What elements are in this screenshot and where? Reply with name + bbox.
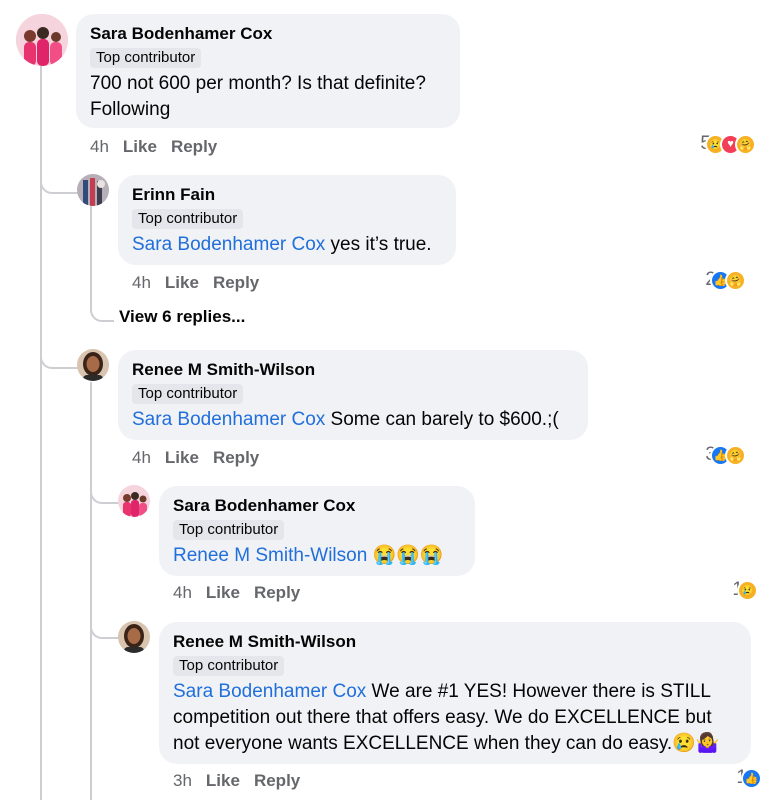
- avatar[interactable]: [16, 14, 68, 66]
- like-react-icon: 👍: [741, 767, 762, 789]
- mention-link[interactable]: Sara Bodenhamer Cox: [132, 409, 325, 430]
- avatar[interactable]: [77, 349, 109, 381]
- comment-time[interactable]: 4h: [173, 583, 192, 602]
- comment-text: Sara Bodenhamer Cox We are #1 YES! Howev…: [173, 681, 720, 754]
- avatar[interactable]: [118, 485, 150, 517]
- reaction-summary[interactable]: 5 😢 ♥ 🤗: [700, 133, 756, 155]
- comment-time[interactable]: 3h: [173, 771, 192, 790]
- reaction-summary[interactable]: 2 👍 🤗: [705, 269, 746, 291]
- comment-time[interactable]: 4h: [132, 448, 151, 467]
- reply-button[interactable]: Reply: [254, 771, 300, 790]
- thread-connector: [40, 160, 80, 194]
- comment-text: Sara Bodenhamer Cox yes it’s true.: [132, 234, 432, 255]
- top-contributor-badge: Top contributor: [132, 209, 244, 229]
- avatar[interactable]: [77, 174, 109, 206]
- reaction-summary[interactable]: 1 👍: [736, 767, 762, 789]
- thread-line-branch: [90, 382, 92, 800]
- emoji-text: 😢🤷‍♀️: [672, 733, 720, 754]
- like-button[interactable]: Like: [165, 448, 199, 467]
- comment-text: 700 not 600 per month? Is that definite?…: [90, 73, 426, 120]
- avatar[interactable]: [118, 621, 150, 653]
- comment-bubble: Sara Bodenhamer Cox Top contributor Rene…: [159, 486, 475, 576]
- top-contributor-badge: Top contributor: [132, 384, 244, 404]
- view-replies-link[interactable]: View 6 replies...: [119, 307, 245, 327]
- care-react-icon: 🤗: [735, 133, 756, 155]
- care-react-icon: 🤗: [725, 269, 746, 291]
- top-contributor-badge: Top contributor: [173, 520, 285, 540]
- comment-actions: 4h Like Reply: [132, 447, 273, 469]
- comment-actions: 4h Like Reply: [132, 272, 273, 294]
- care-react-icon: 🤗: [725, 444, 746, 466]
- mention-link[interactable]: Renee M Smith-Wilson: [173, 545, 367, 566]
- reaction-summary[interactable]: 1 😢: [732, 579, 758, 601]
- top-contributor-badge: Top contributor: [90, 48, 202, 68]
- sad-react-icon: 😢: [737, 579, 758, 601]
- like-button[interactable]: Like: [206, 771, 240, 790]
- comment-author[interactable]: Renee M Smith-Wilson: [173, 631, 737, 653]
- comment-time[interactable]: 4h: [132, 273, 151, 292]
- reply-button[interactable]: Reply: [254, 583, 300, 602]
- top-contributor-badge: Top contributor: [173, 656, 285, 676]
- comment-author[interactable]: Sara Bodenhamer Cox: [173, 495, 461, 517]
- reply-button[interactable]: Reply: [171, 137, 217, 156]
- comment-bubble: Sara Bodenhamer Cox Top contributor 700 …: [76, 14, 460, 128]
- reaction-summary[interactable]: 3 👍 🤗: [705, 444, 746, 466]
- thread-connector: [40, 335, 80, 369]
- comment-bubble: Renee M Smith-Wilson Top contributor Sar…: [118, 350, 588, 440]
- mention-link[interactable]: Sara Bodenhamer Cox: [173, 681, 366, 702]
- like-button[interactable]: Like: [123, 137, 157, 156]
- comment-actions: 4h Like Reply: [90, 136, 231, 158]
- comment-text: Renee M Smith-Wilson 😭😭😭: [173, 543, 461, 569]
- reply-button[interactable]: Reply: [213, 448, 259, 467]
- comment-author[interactable]: Renee M Smith-Wilson: [132, 359, 574, 381]
- emoji-text: 😭😭😭: [367, 545, 444, 566]
- mention-link[interactable]: Sara Bodenhamer Cox: [132, 234, 325, 255]
- comment-author[interactable]: Sara Bodenhamer Cox: [90, 23, 446, 45]
- comment-author[interactable]: Erinn Fain: [132, 184, 442, 206]
- comment-bubble: Erinn Fain Top contributor Sara Bodenham…: [118, 175, 456, 265]
- like-button[interactable]: Like: [165, 273, 199, 292]
- reply-button[interactable]: Reply: [213, 273, 259, 292]
- comment-text: Sara Bodenhamer Cox Some can barely to $…: [132, 409, 559, 430]
- comment-actions: 3h Like Reply: [173, 770, 314, 792]
- comment-actions: 4h Like Reply: [173, 582, 314, 604]
- comment-bubble: Renee M Smith-Wilson Top contributor Sar…: [159, 622, 751, 764]
- like-button[interactable]: Like: [206, 583, 240, 602]
- comment-time[interactable]: 4h: [90, 137, 109, 156]
- thread-line-branch: [90, 206, 92, 292]
- thread-connector: [90, 290, 114, 322]
